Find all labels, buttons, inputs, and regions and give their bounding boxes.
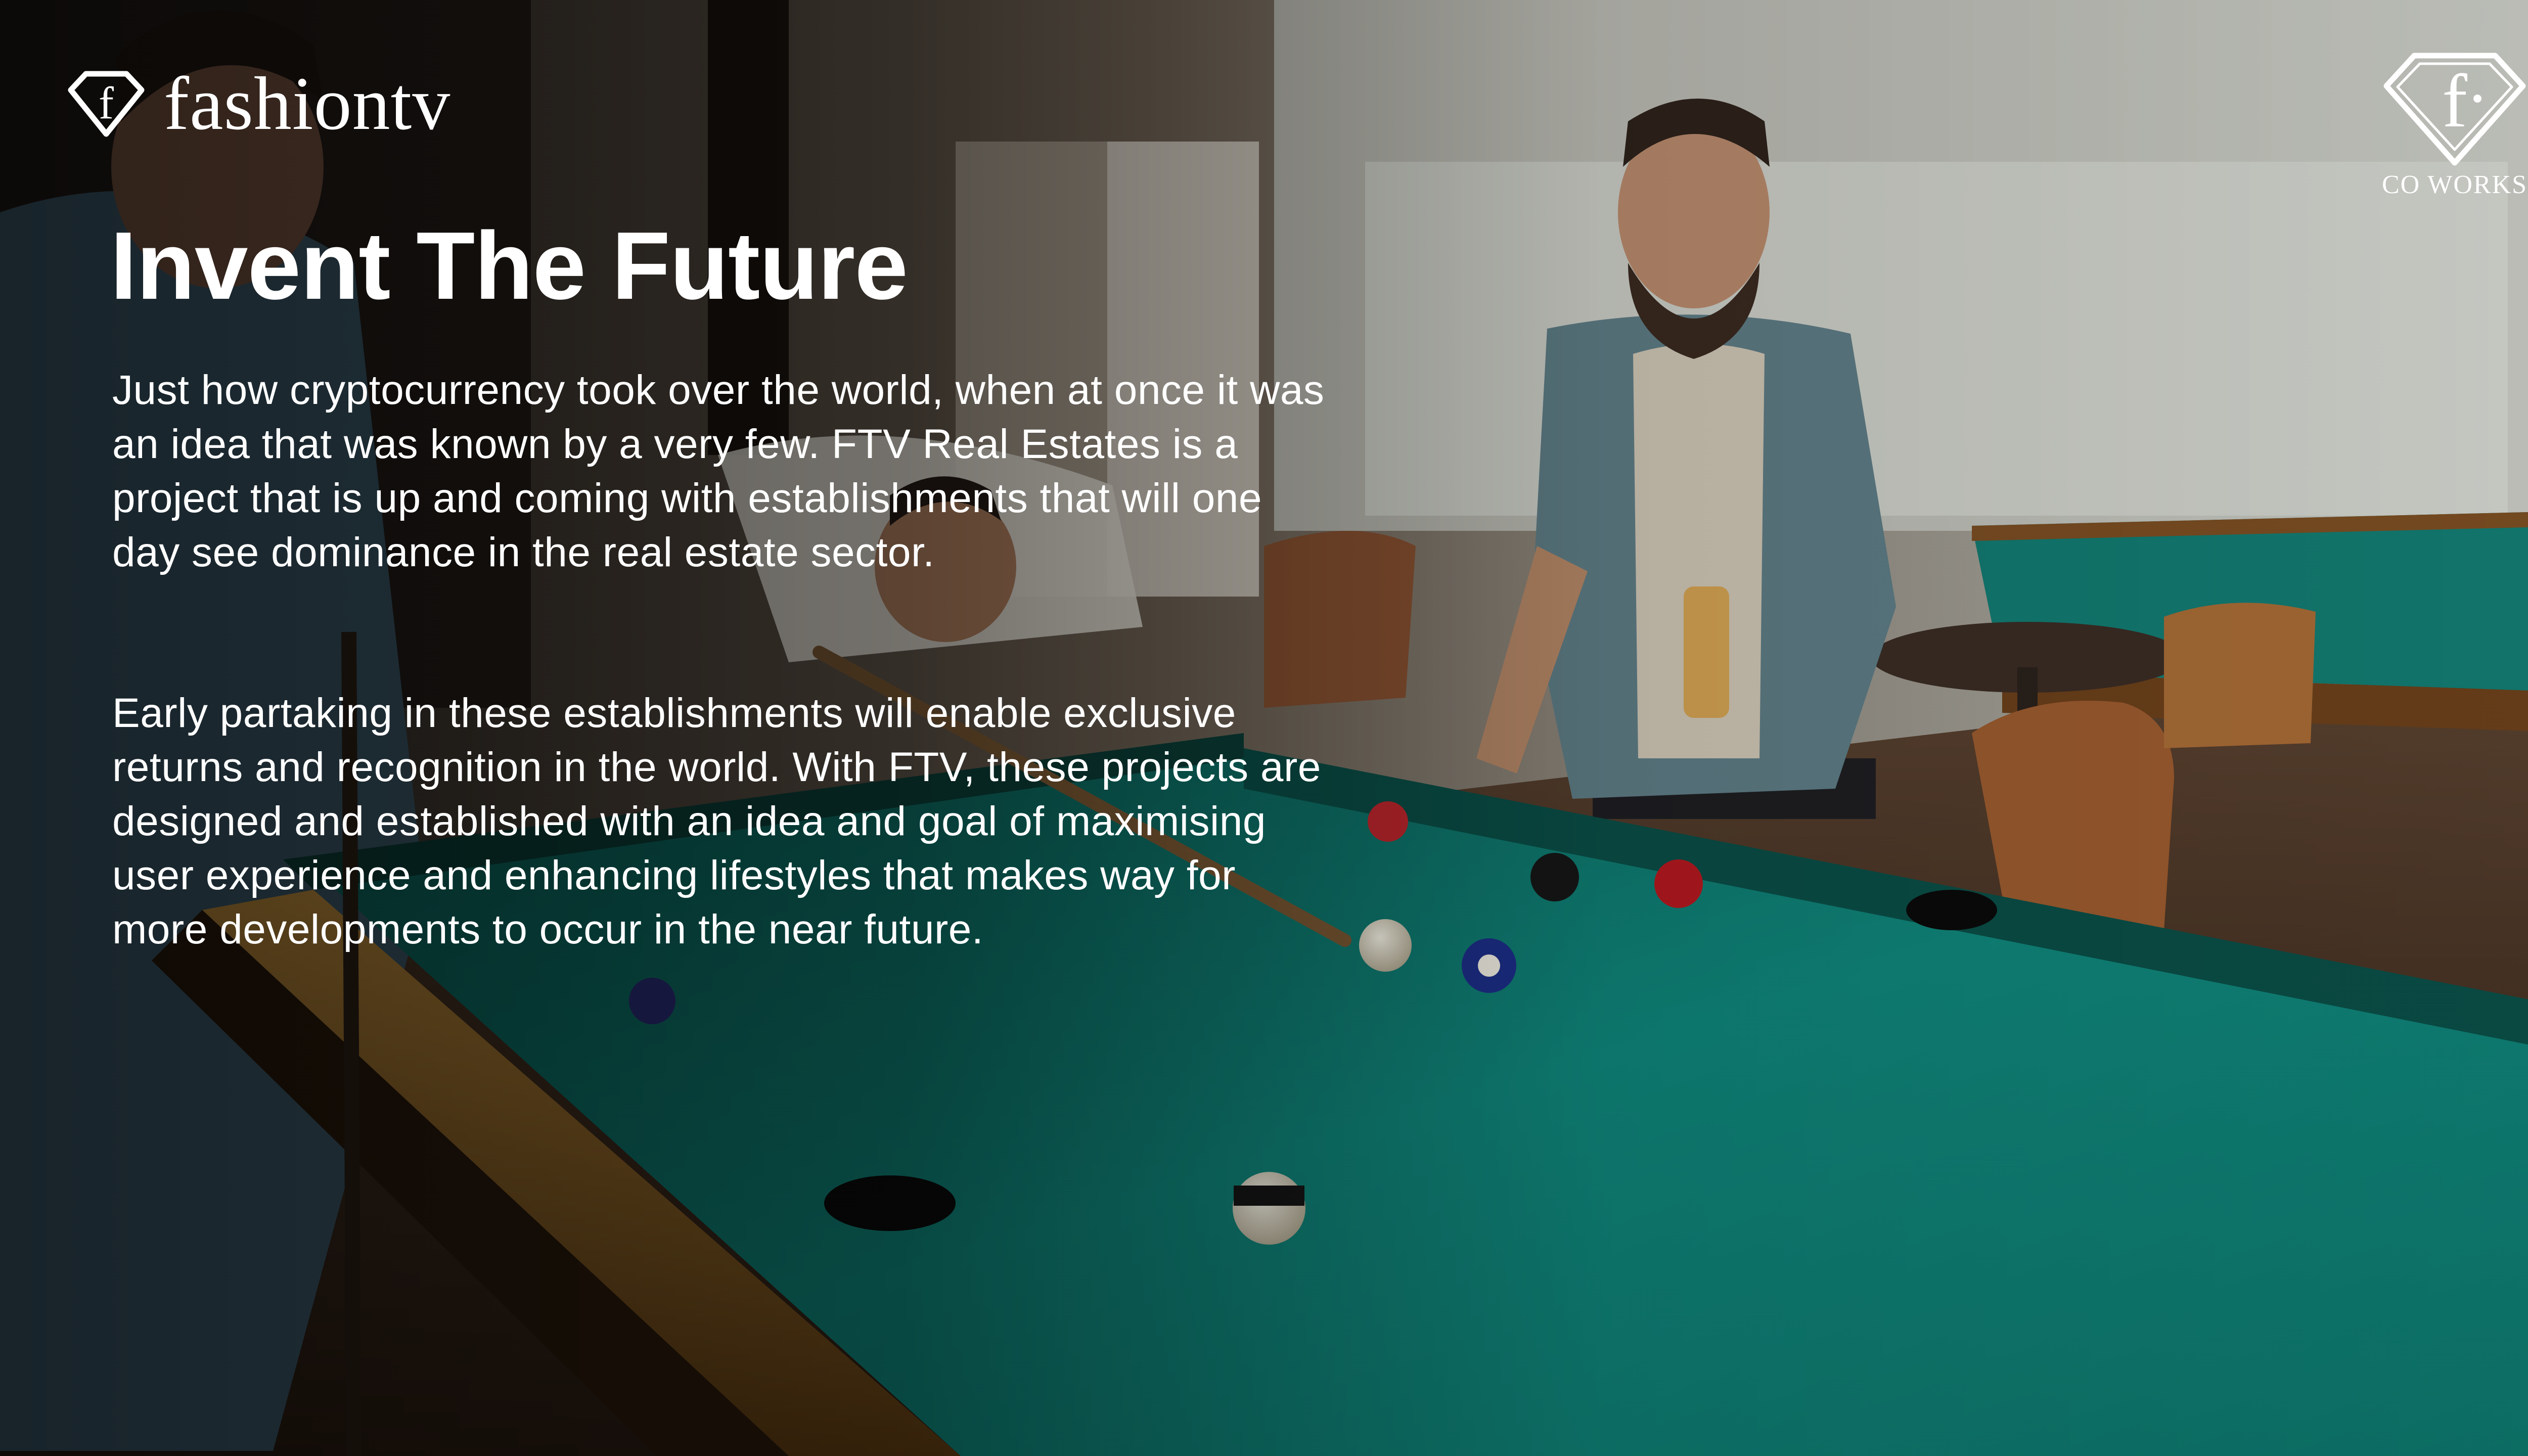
- ftv-diamond-outline-icon: f: [2383, 53, 2526, 166]
- svg-text:f: f: [2442, 59, 2467, 143]
- co-works-label: CO WORKS: [2381, 170, 2528, 199]
- fashiontv-logo: f fashiontv: [66, 61, 450, 147]
- page-title: Invent The Future: [110, 212, 908, 320]
- brand-wordmark: fashiontv: [164, 62, 451, 146]
- co-works-logo: f CO WORKS: [2371, 51, 2528, 200]
- svg-text:f: f: [99, 78, 114, 128]
- ftv-diamond-icon: f: [68, 71, 145, 136]
- intro-paragraph: Just how cryptocurrency took over the wo…: [112, 367, 1325, 575]
- body-paragraph: Early partaking in these establishments …: [112, 690, 1321, 952]
